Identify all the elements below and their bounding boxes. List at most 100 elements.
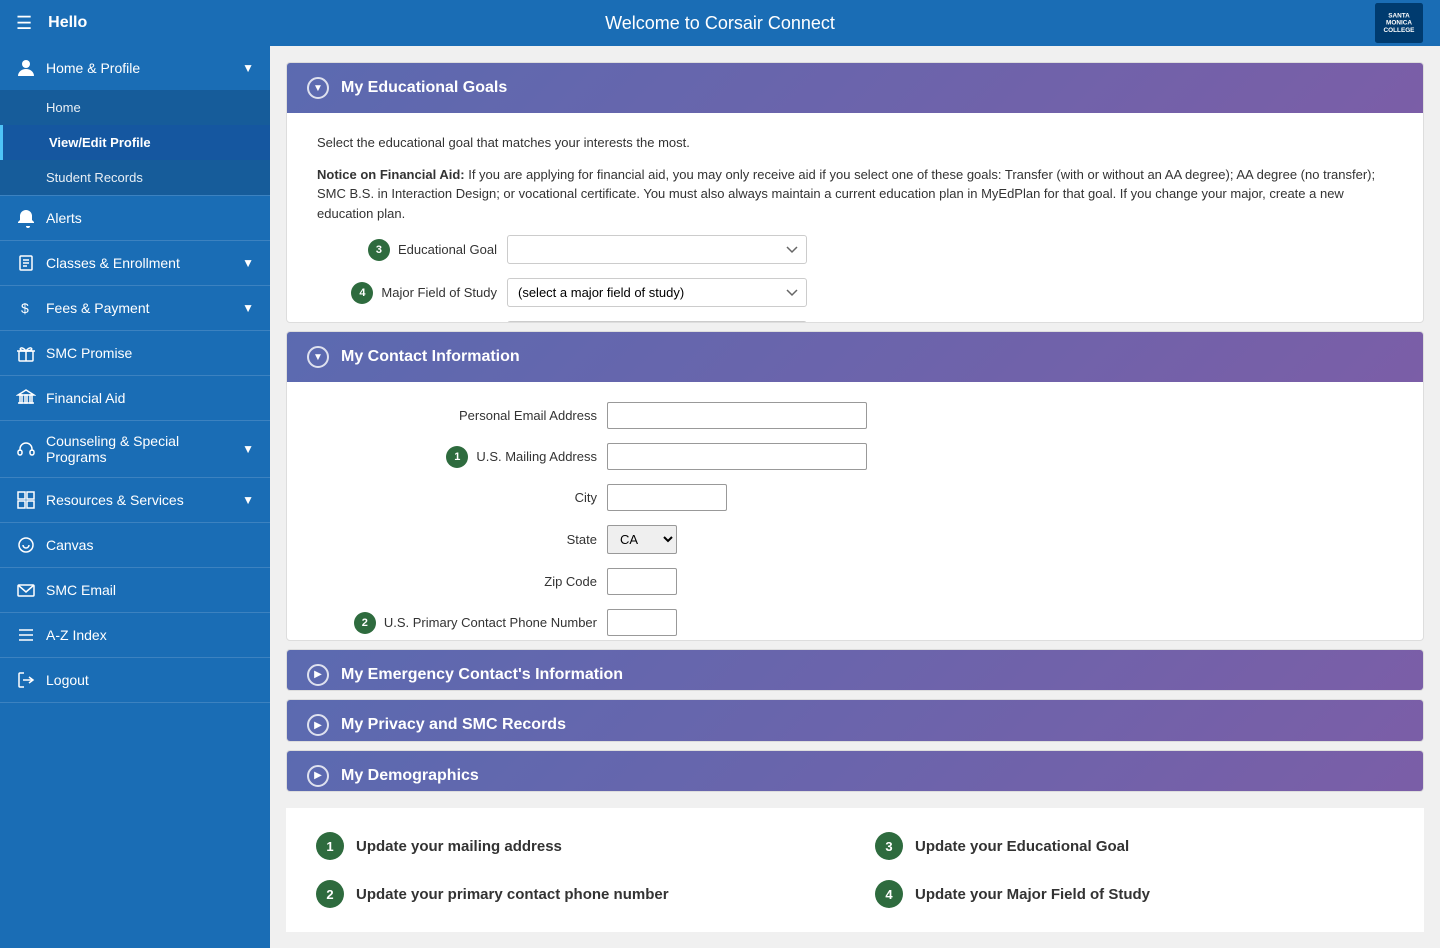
- sidebar-item-label: A-Z Index: [46, 627, 107, 643]
- demographics-section: ▶ My Demographics: [286, 750, 1424, 792]
- educational-goals-section: ▼ My Educational Goals Select the educat…: [286, 62, 1424, 323]
- tip-badge-1: 1: [316, 832, 344, 860]
- tip-text-2: Update your primary contact phone number: [356, 886, 669, 903]
- smc-logo: SANTA MONICA COLLEGE: [1374, 3, 1424, 43]
- sidebar-item-az-index[interactable]: A-Z Index: [0, 613, 270, 657]
- sidebar: Home & Profile ▼ Home View/Edit Profile …: [0, 46, 270, 948]
- sidebar-item-logout[interactable]: Logout: [0, 658, 270, 702]
- sidebar-item-label: Logout: [46, 672, 89, 688]
- demographics-header[interactable]: ▶ My Demographics: [287, 751, 1423, 792]
- headset-icon: [16, 439, 36, 459]
- sidebar-item-alerts[interactable]: Alerts: [0, 196, 270, 240]
- major-field-row: 4 Major Field of Study (select a major f…: [317, 278, 1393, 307]
- person-icon: [16, 58, 36, 78]
- demographics-title: My Demographics: [341, 767, 479, 785]
- privacy-header[interactable]: ▶ My Privacy and SMC Records: [287, 700, 1423, 741]
- state-label: State: [317, 532, 597, 547]
- major-field-label-container: 4 Major Field of Study: [317, 282, 497, 304]
- emergency-contact-section: ▶ My Emergency Contact's Information: [286, 649, 1424, 691]
- contact-info-title: My Contact Information: [341, 348, 520, 366]
- sidebar-item-smc-promise[interactable]: SMC Promise: [0, 331, 270, 375]
- sidebar-item-resources[interactable]: Resources & Services ▼: [0, 478, 270, 522]
- tip-badge-4: 4: [875, 880, 903, 908]
- zip-input[interactable]: [607, 568, 677, 595]
- notice-bold-label: Notice on Financial Aid:: [317, 167, 465, 182]
- menu-icon[interactable]: ☰: [16, 13, 32, 34]
- area-of-interest-row: Area of Interest Undecided or unknown: [317, 321, 1393, 323]
- email-icon: [16, 580, 36, 600]
- expand-icon: ▶: [307, 765, 329, 787]
- chevron-right-icon: ▼: [242, 256, 254, 270]
- chevron-right-icon: ▼: [242, 301, 254, 315]
- sidebar-sub-item-view-edit-profile[interactable]: View/Edit Profile: [0, 125, 270, 160]
- educational-goals-header[interactable]: ▼ My Educational Goals: [287, 63, 1423, 113]
- clipboard-icon: [16, 253, 36, 273]
- sidebar-section-counseling: Counseling & Special Programs ▼: [0, 421, 270, 478]
- sidebar-item-fees[interactable]: $ Fees & Payment ▼: [0, 286, 270, 330]
- sidebar-item-label: Financial Aid: [46, 390, 125, 406]
- sidebar-item-label: SMC Email: [46, 582, 116, 598]
- collapse-icon: ▼: [307, 77, 329, 99]
- tip-text-4: Update your Major Field of Study: [915, 886, 1150, 903]
- city-row: City: [317, 484, 1393, 511]
- topbar-title: Welcome to Corsair Connect: [605, 13, 835, 34]
- svg-text:$: $: [21, 300, 29, 316]
- list-icon: [16, 625, 36, 645]
- notice-body: If you are applying for financial aid, y…: [317, 167, 1375, 221]
- step-1-badge: 1: [446, 446, 468, 468]
- sidebar-section-smc-promise: SMC Promise: [0, 331, 270, 376]
- city-label: City: [317, 490, 597, 505]
- tips-section: 1 Update your mailing address 3 Update y…: [286, 808, 1424, 932]
- state-select[interactable]: CA NY TX: [607, 525, 677, 554]
- sidebar-item-label: Resources & Services: [46, 492, 184, 508]
- sidebar-section-fees: $ Fees & Payment ▼: [0, 286, 270, 331]
- sidebar-item-label: Classes & Enrollment: [46, 255, 180, 271]
- city-input[interactable]: [607, 484, 727, 511]
- sidebar-section-home-profile: Home & Profile ▼ Home View/Edit Profile …: [0, 46, 270, 196]
- personal-email-label: Personal Email Address: [317, 408, 597, 423]
- sidebar-section-canvas: Canvas: [0, 523, 270, 568]
- step-4-badge: 4: [351, 282, 373, 304]
- sidebar-sub-item-home[interactable]: Home: [0, 90, 270, 125]
- educational-goals-title: My Educational Goals: [341, 79, 507, 97]
- svg-text:COLLEGE: COLLEGE: [1384, 27, 1416, 34]
- sidebar-item-label: Canvas: [46, 537, 93, 553]
- major-field-select[interactable]: (select a major field of study): [507, 278, 807, 307]
- tip-text-1: Update your mailing address: [356, 838, 562, 855]
- mailing-address-input[interactable]: [607, 443, 867, 470]
- sidebar-sub-home-profile: Home View/Edit Profile Student Records: [0, 90, 270, 195]
- sidebar-sub-item-student-records[interactable]: Student Records: [0, 160, 270, 195]
- topbar: ☰ Hello Welcome to Corsair Connect SANTA…: [0, 0, 1440, 46]
- mailing-address-row: 1 U.S. Mailing Address: [317, 443, 1393, 470]
- sidebar-item-smc-email[interactable]: SMC Email: [0, 568, 270, 612]
- sidebar-section-logout: Logout: [0, 658, 270, 703]
- educational-goal-select[interactable]: Transfer to 4-year university AA degree: [507, 235, 807, 264]
- chevron-down-icon: ▼: [242, 61, 254, 75]
- chevron-right-icon: ▼: [242, 493, 254, 507]
- sidebar-item-canvas[interactable]: Canvas: [0, 523, 270, 567]
- personal-email-input[interactable]: [607, 402, 867, 429]
- sidebar-item-financial-aid[interactable]: Financial Aid: [0, 376, 270, 420]
- svg-text:MONICA: MONICA: [1386, 20, 1412, 27]
- tip-3: 3 Update your Educational Goal: [875, 832, 1394, 860]
- personal-email-row: Personal Email Address: [317, 402, 1393, 429]
- logout-icon: [16, 670, 36, 690]
- sidebar-item-label: Alerts: [46, 210, 82, 226]
- sidebar-item-label: Home & Profile: [46, 60, 140, 76]
- dollar-icon: $: [16, 298, 36, 318]
- description-text: Select the educational goal that matches…: [317, 133, 1393, 153]
- phone-input[interactable]: [607, 609, 677, 636]
- contact-info-header[interactable]: ▼ My Contact Information: [287, 332, 1423, 382]
- tip-text-3: Update your Educational Goal: [915, 838, 1129, 855]
- sidebar-item-classes[interactable]: Classes & Enrollment ▼: [0, 241, 270, 285]
- financial-aid-notice: Notice on Financial Aid: If you are appl…: [317, 165, 1393, 224]
- sidebar-item-home-profile[interactable]: Home & Profile ▼: [0, 46, 270, 90]
- sidebar-item-counseling[interactable]: Counseling & Special Programs ▼: [0, 421, 270, 477]
- area-of-interest-select[interactable]: Undecided or unknown: [507, 321, 807, 323]
- zip-row: Zip Code: [317, 568, 1393, 595]
- sidebar-section-financial-aid: Financial Aid: [0, 376, 270, 421]
- sidebar-item-label: Counseling & Special Programs: [46, 433, 232, 465]
- emergency-contact-header[interactable]: ▶ My Emergency Contact's Information: [287, 650, 1423, 691]
- canvas-icon: [16, 535, 36, 555]
- educational-goal-label-container: 3 Educational Goal: [317, 239, 497, 261]
